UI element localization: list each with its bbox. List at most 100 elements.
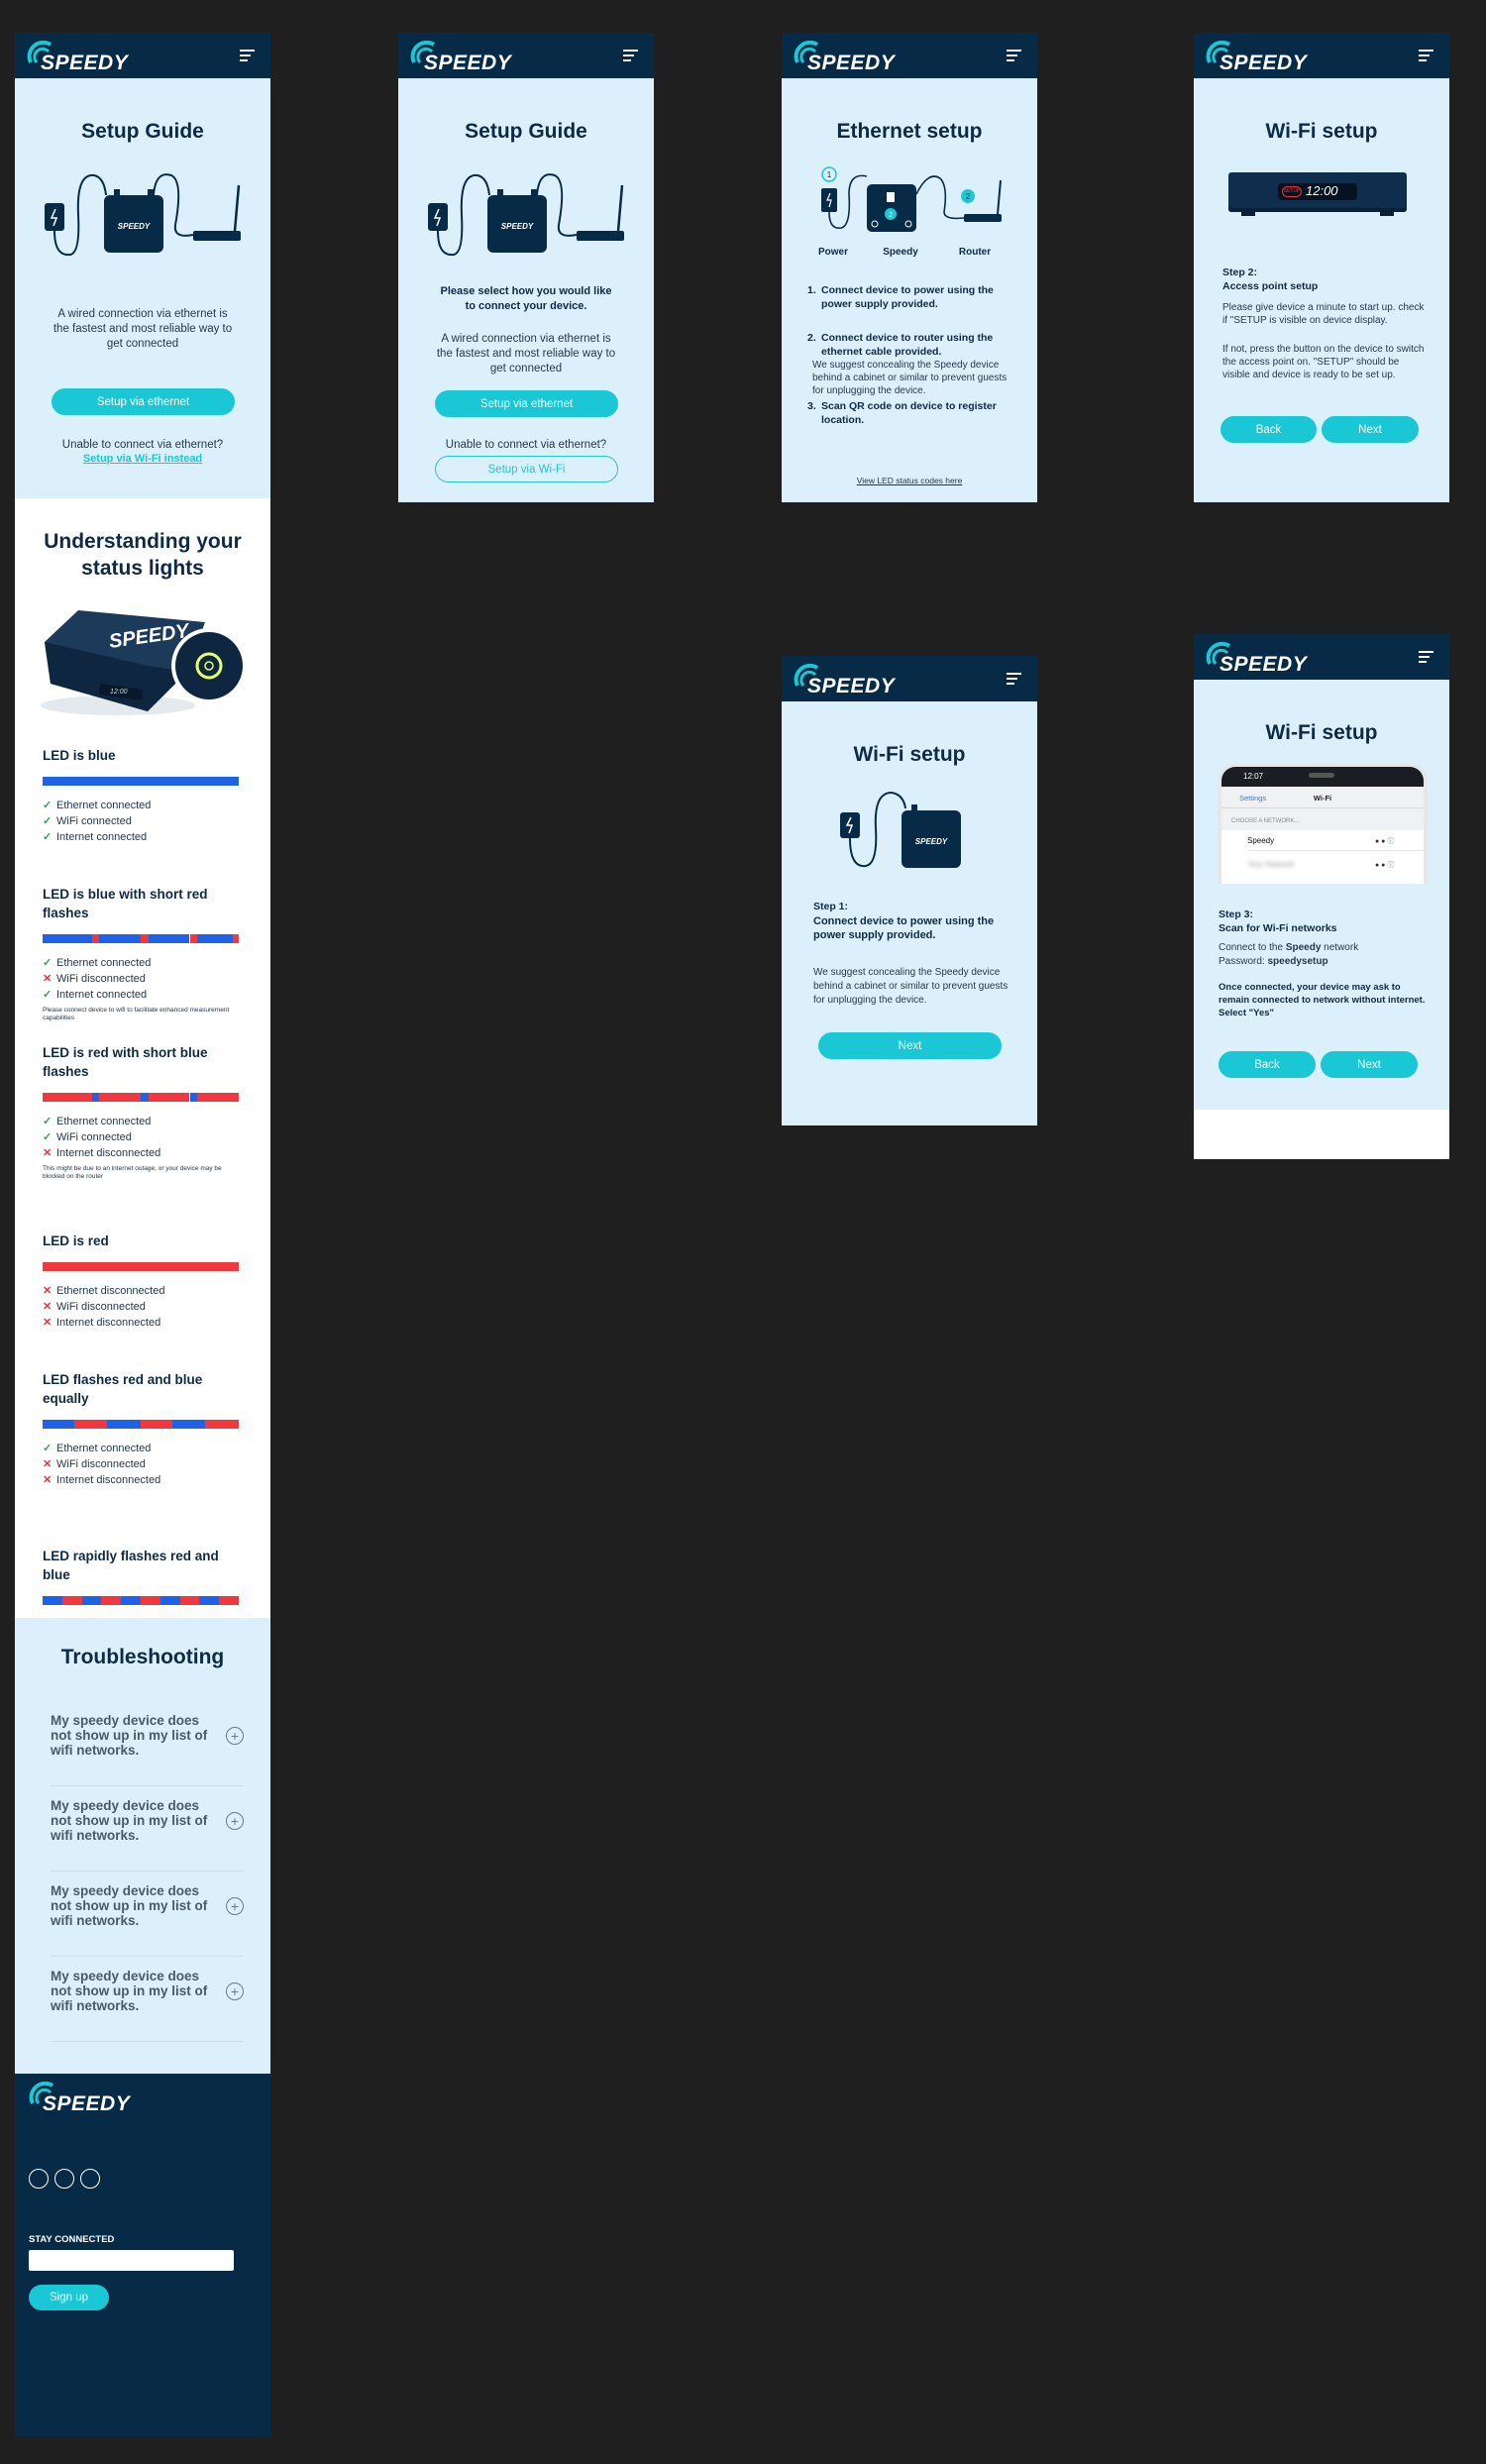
led-status-text: WiFi disconnected (56, 973, 146, 985)
check-icon: ✓ (43, 831, 53, 843)
next-button[interactable]: Next (1322, 416, 1419, 443)
phone-time: 12:07 (1243, 772, 1264, 781)
network-speedy: Speedy (1247, 836, 1275, 845)
led-pattern-segment (141, 1093, 149, 1102)
expand-plus-icon[interactable]: + (226, 1982, 244, 2000)
faq-question: My speedy device does not show up in my … (51, 1713, 208, 1758)
menu-icon[interactable] (1007, 673, 1021, 685)
led-section-title: LED is red (43, 1233, 109, 1248)
connect-network-name: Speedy (1285, 942, 1322, 953)
faq-item[interactable]: My speedy device does not show up in my … (51, 1969, 244, 2042)
footer: SPEEDY STAY CONNECTED Sign up (15, 2074, 270, 2436)
eth-steps: 1. Connect device to power using the powe… (807, 283, 1015, 427)
led-status-item: ✓ Internet connected (43, 987, 239, 1003)
led-pattern-bar (43, 1262, 239, 1271)
led-note: This might be due to an internet outage,… (43, 1165, 222, 1180)
back-button[interactable]: Back (1219, 1051, 1316, 1078)
back-button[interactable]: Back (1221, 416, 1317, 443)
led-status-text: Ethernet connected (56, 957, 152, 969)
phone-choose-network: CHOOSE A NETWORK... (1231, 818, 1300, 824)
led-section-title: LED is blue (43, 748, 116, 763)
led-note: Please connect device to wifi to facilit… (43, 1007, 230, 1021)
led-pattern-segment (43, 777, 239, 786)
led-codes-link[interactable]: View LED status codes here (782, 476, 1037, 485)
frame-wifi-step2: SPEEDY Wi-Fi setup SETUP 12:00 Step 2: A… (1194, 33, 1449, 502)
cross-icon: ✕ (43, 1285, 53, 1297)
setup-wifi-link[interactable]: Setup via Wi-Fi instead (15, 453, 270, 465)
led-pattern-bar (43, 1420, 239, 1429)
check-icon: ✓ (43, 1116, 53, 1127)
cross-icon: ✕ (43, 973, 53, 985)
cross-icon: ✕ (43, 1301, 53, 1313)
logo[interactable]: SPEEDY (794, 664, 902, 697)
led-section: LED is blue ✓ Ethernet connected ✓ WiFi conn… (43, 746, 239, 845)
menu-icon[interactable] (1419, 50, 1433, 61)
header: SPEEDY (782, 656, 1037, 701)
expand-plus-icon[interactable]: + (226, 1897, 244, 1915)
led-status-item: ✓ Ethernet connected (43, 1114, 239, 1129)
faq-question: My speedy device does not show up in my … (51, 1883, 208, 1928)
led-status-text: Internet disconnected (56, 1474, 161, 1486)
led-pattern-segment (43, 1093, 92, 1102)
faq-item[interactable]: My speedy device does not show up in my … (51, 1798, 244, 1872)
step-note: We suggest concealing the Speedy device … (813, 967, 1008, 1006)
check-icon: ✓ (43, 800, 53, 811)
logo[interactable]: SPEEDY (1206, 642, 1315, 676)
social-icon-2[interactable] (54, 2169, 74, 2189)
logo[interactable]: SPEEDY (1206, 41, 1315, 74)
expand-plus-icon[interactable]: + (226, 1812, 244, 1830)
header: SPEEDY (398, 33, 654, 78)
setup-wifi-button[interactable]: Setup via Wi-Fi (435, 456, 618, 482)
header: SPEEDY (1194, 634, 1449, 680)
setup-ethernet-button[interactable]: Setup via ethernet (52, 388, 235, 415)
faq-question: My speedy device does not show up in my … (51, 1798, 208, 1843)
menu-icon[interactable] (1007, 50, 1021, 61)
logo[interactable]: SPEEDY (410, 41, 519, 74)
led-status-text: WiFi connected (56, 1131, 132, 1143)
led-pattern-segment (148, 934, 190, 943)
ethernet-diagram-icon: 1 2 2 (821, 166, 1002, 232)
led-section-title: LED is red with short blue flashes (43, 1045, 208, 1079)
stay-connected-label: STAY CONNECTED (29, 2234, 115, 2245)
social-icon-1[interactable] (29, 2169, 49, 2189)
led-status-text: Ethernet connected (56, 1116, 152, 1127)
svg-text:SPEEDY: SPEEDY (501, 222, 534, 231)
menu-icon[interactable] (623, 50, 638, 61)
step-paragraph-1: Please give device a minute to start up.… (1222, 302, 1425, 326)
eth-step-3: Scan QR code on device to register locat… (821, 400, 997, 426)
setup-ethernet-button[interactable]: Setup via ethernet (435, 390, 618, 417)
troubleshooting-title: Troubleshooting (60, 1646, 225, 1668)
led-status-text: WiFi connected (56, 815, 132, 827)
next-button[interactable]: Next (818, 1032, 1002, 1059)
step-label: Step 2: (1222, 267, 1258, 278)
cross-icon: ✕ (43, 1474, 53, 1486)
email-input[interactable] (29, 2250, 234, 2271)
setup-hero: Setup Guide SPEEDY A wired connection vi… (15, 78, 270, 498)
led-pattern-segment (99, 934, 141, 943)
menu-icon[interactable] (1419, 651, 1433, 663)
menu-icon[interactable] (240, 50, 255, 61)
led-pattern-segment (141, 1596, 160, 1605)
expand-plus-icon[interactable]: + (226, 1727, 244, 1745)
header: SPEEDY (1194, 33, 1449, 78)
led-status-text: Internet disconnected (56, 1317, 161, 1329)
led-pattern-segment (189, 934, 198, 943)
faq-item[interactable]: My speedy device does not show up in my … (51, 1713, 244, 1786)
footer-logo[interactable]: SPEEDY (29, 2082, 138, 2115)
led-status-text: WiFi disconnected (56, 1458, 146, 1470)
faq-item[interactable]: My speedy device does not show up in my … (51, 1883, 244, 1957)
signup-button[interactable]: Sign up (29, 2285, 109, 2310)
led-pattern-bar (43, 777, 239, 786)
check-icon: ✓ (43, 1443, 53, 1454)
frame-setup-guide-long: SPEEDY Setup Guide SPEEDY A wired connec… (15, 33, 270, 2436)
logo[interactable]: SPEEDY (794, 41, 902, 74)
social-icon-3[interactable] (80, 2169, 100, 2189)
device-time: 12:00 (1306, 183, 1338, 198)
led-status-item: ✕ WiFi disconnected (43, 971, 239, 987)
next-button[interactable]: Next (1321, 1051, 1418, 1078)
password-line: Password: speedysetup (1219, 955, 1427, 968)
led-section-title: LED flashes red and blue equally (43, 1372, 203, 1406)
logo[interactable]: SPEEDY (27, 41, 136, 74)
led-pattern-segment (43, 1262, 239, 1271)
setup-description: A wired connection via ethernet is the f… (53, 308, 233, 350)
